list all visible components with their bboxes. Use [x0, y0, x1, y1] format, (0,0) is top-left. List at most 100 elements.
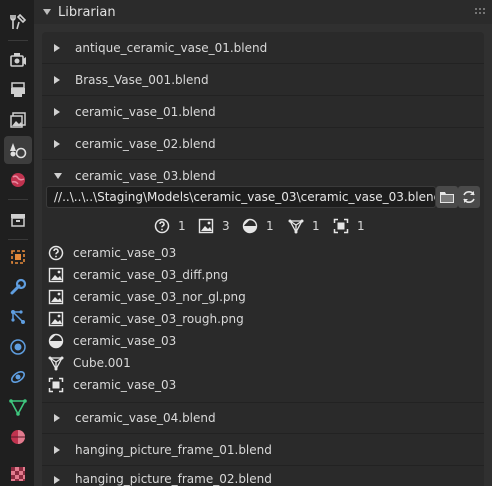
output-tab[interactable]	[4, 76, 32, 104]
particles-icon	[11, 310, 25, 324]
material-sphere-icon	[242, 218, 258, 234]
tool-tab[interactable]	[4, 8, 32, 36]
constraints-icon	[11, 371, 25, 383]
item-label: ceramic_vase_03	[73, 246, 177, 260]
mesh-icon	[288, 219, 304, 234]
refresh-icon	[463, 191, 475, 203]
scene-tab[interactable]	[4, 136, 32, 164]
scene-icon	[10, 143, 27, 159]
open-folder-button[interactable]	[436, 186, 458, 208]
list-item[interactable]: ceramic_vase_03_nor_gl.png	[48, 286, 246, 308]
file-name: hanging_picture_frame_02.blend	[75, 472, 272, 486]
datablock-stats: 1 3 1 1 1	[0, 215, 492, 237]
list-item[interactable]: ceramic_vase_03	[48, 242, 176, 264]
object-icon	[48, 377, 64, 393]
file-name: hanging_picture_frame_01.blend	[75, 442, 272, 457]
collapse-arrow-icon[interactable]	[54, 173, 62, 179]
material-icon	[11, 430, 25, 444]
list-item[interactable]: ceramic_vase_03_diff.png	[48, 264, 228, 286]
list-item[interactable]: ceramic_vase_03	[48, 330, 176, 352]
item-label: ceramic_vase_03	[73, 378, 177, 392]
item-label: Cube.001	[73, 356, 131, 370]
stat-count: 1	[178, 219, 186, 233]
properties-tab-strip	[0, 0, 34, 486]
object-data-tab[interactable]	[4, 393, 32, 421]
item-label: ceramic_vase_03	[73, 334, 177, 348]
file-row[interactable]: hanging_picture_frame_01.blend	[42, 434, 484, 466]
stat-images: 3	[198, 215, 230, 237]
panel-header[interactable]: Librarian	[34, 0, 492, 24]
file-row[interactable]: antique_ceramic_vase_01.blend	[42, 32, 484, 64]
list-item[interactable]: ceramic_vase_03	[48, 374, 176, 396]
stat-count: 1	[357, 219, 365, 233]
file-name: ceramic_vase_01.blend	[75, 104, 216, 119]
item-label: ceramic_vase_03_nor_gl.png	[73, 290, 246, 304]
file-name: ceramic_vase_02.blend	[75, 136, 216, 151]
expand-arrow-icon[interactable]	[54, 139, 60, 148]
stat-materials: 1	[242, 215, 274, 237]
image-icon	[48, 311, 64, 327]
item-label: ceramic_vase_03_diff.png	[73, 268, 229, 282]
world-icon	[11, 173, 25, 187]
drag-handle-icon[interactable]	[474, 7, 486, 15]
expand-arrow-icon[interactable]	[54, 445, 60, 454]
output-icon	[11, 82, 25, 97]
stat-count: 1	[312, 219, 320, 233]
file-name: Brass_Vase_001.blend	[75, 72, 209, 87]
object-data-icon	[9, 399, 27, 416]
collapse-triangle-icon[interactable]	[43, 9, 51, 15]
texture-tab[interactable]	[4, 460, 32, 486]
question-icon	[48, 245, 64, 261]
panel-title: Librarian	[58, 4, 116, 20]
object-tab[interactable]	[4, 243, 32, 271]
constraints-tab[interactable]	[4, 363, 32, 391]
file-row[interactable]: ceramic_vase_04.blend	[42, 402, 484, 434]
tab-separator	[8, 199, 28, 200]
object-icon	[11, 250, 25, 264]
list-item[interactable]: Cube.001	[48, 352, 131, 374]
render-icon	[10, 53, 26, 67]
question-icon	[154, 218, 170, 234]
file-path-field[interactable]: //..\..\..\Staging\Models\ceramic_vase_0…	[46, 186, 436, 208]
stat-objects: 1	[333, 215, 365, 237]
stat-meshes: 1	[288, 215, 320, 237]
file-name: ceramic_vase_04.blend	[75, 411, 216, 425]
physics-icon	[10, 339, 26, 355]
file-name: antique_ceramic_vase_01.blend	[75, 40, 268, 55]
texture-icon	[11, 467, 25, 481]
expand-arrow-icon[interactable]	[54, 476, 60, 484]
file-row[interactable]: ceramic_vase_02.blend	[42, 128, 484, 160]
item-label: ceramic_vase_03_rough.png	[73, 312, 244, 326]
stat-count: 3	[222, 219, 230, 233]
file-name: ceramic_vase_03.blend	[75, 169, 216, 183]
file-row[interactable]: Brass_Vase_001.blend	[42, 64, 484, 96]
file-row[interactable]: hanging_picture_frame_02.blend	[42, 466, 484, 486]
world-tab[interactable]	[4, 166, 32, 194]
mesh-icon	[48, 356, 64, 371]
image-icon	[48, 289, 64, 305]
tool-icon	[10, 13, 27, 30]
physics-tab[interactable]	[4, 333, 32, 361]
object-icon	[333, 218, 349, 234]
image-icon	[48, 267, 64, 283]
render-tab[interactable]	[4, 46, 32, 74]
file-row[interactable]: ceramic_vase_01.blend	[42, 96, 484, 128]
image-icon	[198, 218, 214, 234]
stat-count: 1	[266, 219, 274, 233]
stat-unknown: 1	[154, 215, 186, 237]
material-tab[interactable]	[4, 423, 32, 451]
expand-arrow-icon[interactable]	[54, 43, 60, 52]
expand-arrow-icon[interactable]	[54, 75, 60, 84]
view-layer-tab[interactable]	[4, 106, 32, 134]
modifier-tab[interactable]	[4, 273, 32, 301]
expand-arrow-icon[interactable]	[54, 107, 60, 116]
reload-button[interactable]	[458, 186, 480, 208]
list-item[interactable]: ceramic_vase_03_rough.png	[48, 308, 244, 330]
expand-arrow-icon[interactable]	[54, 414, 60, 422]
tab-separator	[8, 239, 28, 240]
view-layer-icon	[10, 112, 26, 128]
tab-separator	[8, 40, 28, 41]
material-sphere-icon	[48, 333, 64, 349]
file-path-text: //..\..\..\Staging\Models\ceramic_vase_0…	[54, 190, 436, 204]
particles-tab[interactable]	[4, 303, 32, 331]
